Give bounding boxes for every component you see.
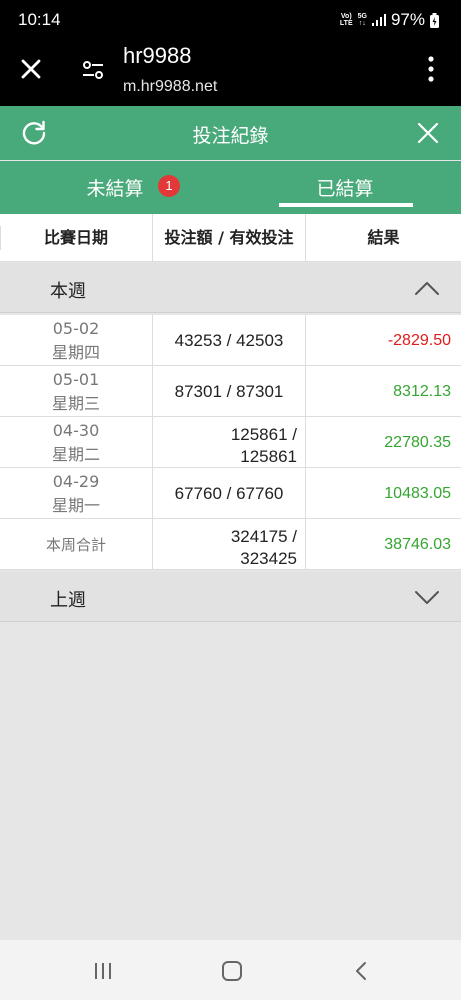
row-result: -2829.50	[305, 315, 461, 366]
table-row: 04-30 星期二 125861 / 125861 22780.35	[0, 417, 461, 468]
back-icon[interactable]	[351, 960, 373, 982]
chevron-up-icon[interactable]	[414, 279, 440, 297]
table-row: 04-29 星期一 67760 / 67760 10483.05	[0, 468, 461, 519]
unsettled-count-badge: 1	[158, 175, 180, 197]
total-result: 38746.03	[305, 519, 461, 570]
close-icon[interactable]	[416, 121, 440, 145]
signal-icon	[371, 14, 386, 26]
site-settings-icon[interactable]	[82, 60, 104, 80]
status-bar: 10:14 Vo) LTE 5G ↑↓ 97%	[0, 0, 461, 38]
tab-unsettled-label: 未結算	[86, 178, 144, 200]
total-bet-line1: 324175 /	[230, 527, 297, 546]
table-row: 05-01 星期三 87301 / 87301 8312.13	[0, 366, 461, 417]
section-last-week[interactable]: 上週	[0, 572, 461, 622]
row-weekday: 星期二	[51, 444, 100, 464]
table-row: 05-02 星期四 43253 / 42503 -2829.50	[0, 315, 461, 366]
row-weekday: 星期一	[51, 495, 100, 515]
section-last-week-label: 上週	[50, 590, 86, 611]
home-icon[interactable]	[221, 960, 243, 982]
recent-apps-icon[interactable]	[92, 960, 114, 982]
row-date: 04-29	[52, 471, 100, 491]
app-header: 投注紀錄	[0, 106, 461, 160]
battery-percent: 97%	[390, 10, 425, 29]
row-date: 05-02	[52, 318, 100, 338]
status-icons: Vo) LTE 5G ↑↓ 97%	[340, 10, 439, 30]
total-label: 本周合計	[45, 535, 106, 554]
row-bet: 43253 / 42503	[174, 330, 284, 350]
tab-unsettled[interactable]: 未結算 1	[60, 174, 180, 201]
total-row: 本周合計 324175 / 323425 38746.03	[0, 519, 461, 570]
page-title: 投注紀錄	[192, 125, 269, 147]
row-bet: 67760 / 67760	[174, 483, 284, 503]
total-bet-line2: 323425	[240, 549, 297, 568]
row-bet: 87301 / 87301	[174, 381, 284, 401]
network-5g-icon: 5G ↑↓	[357, 13, 367, 27]
system-nav-bar	[0, 940, 461, 1000]
row-weekday: 星期三	[51, 393, 100, 413]
table-header: 比賽日期 投注額 / 有效投注 結果	[0, 214, 461, 262]
site-title: hr9988	[123, 43, 192, 68]
more-options-icon[interactable]	[427, 56, 435, 82]
row-bet-line1: 125861 /	[230, 425, 297, 444]
row-result: 10483.05	[305, 468, 461, 519]
volte-icon: Vo) LTE	[339, 13, 353, 27]
row-bet-line2: 125861	[240, 447, 297, 466]
status-time: 10:14	[18, 10, 61, 29]
row-weekday: 星期四	[51, 342, 100, 362]
tab-settled[interactable]: 已結算	[280, 174, 410, 201]
row-date: 04-30	[52, 420, 100, 440]
section-this-week-label: 本週	[50, 281, 86, 302]
row-date: 05-01	[52, 369, 100, 389]
chevron-down-icon[interactable]	[414, 588, 440, 606]
row-result: 22780.35	[305, 417, 461, 468]
tab-settled-label: 已結算	[316, 178, 374, 200]
column-bet: 投注額 / 有效投注	[152, 214, 305, 262]
close-tab-icon[interactable]	[20, 58, 42, 80]
battery-charging-icon	[430, 12, 439, 28]
site-url[interactable]: m.hr9988.net	[123, 78, 217, 96]
row-result: 8312.13	[305, 366, 461, 417]
results-table: 05-02 星期四 43253 / 42503 -2829.50 05-01 星…	[0, 315, 461, 570]
active-tab-indicator	[279, 203, 413, 207]
column-date: 比賽日期	[0, 214, 152, 262]
section-this-week[interactable]: 本週	[0, 263, 461, 313]
column-result: 結果	[305, 214, 461, 262]
browser-toolbar: hr9988 m.hr9988.net	[0, 38, 461, 106]
